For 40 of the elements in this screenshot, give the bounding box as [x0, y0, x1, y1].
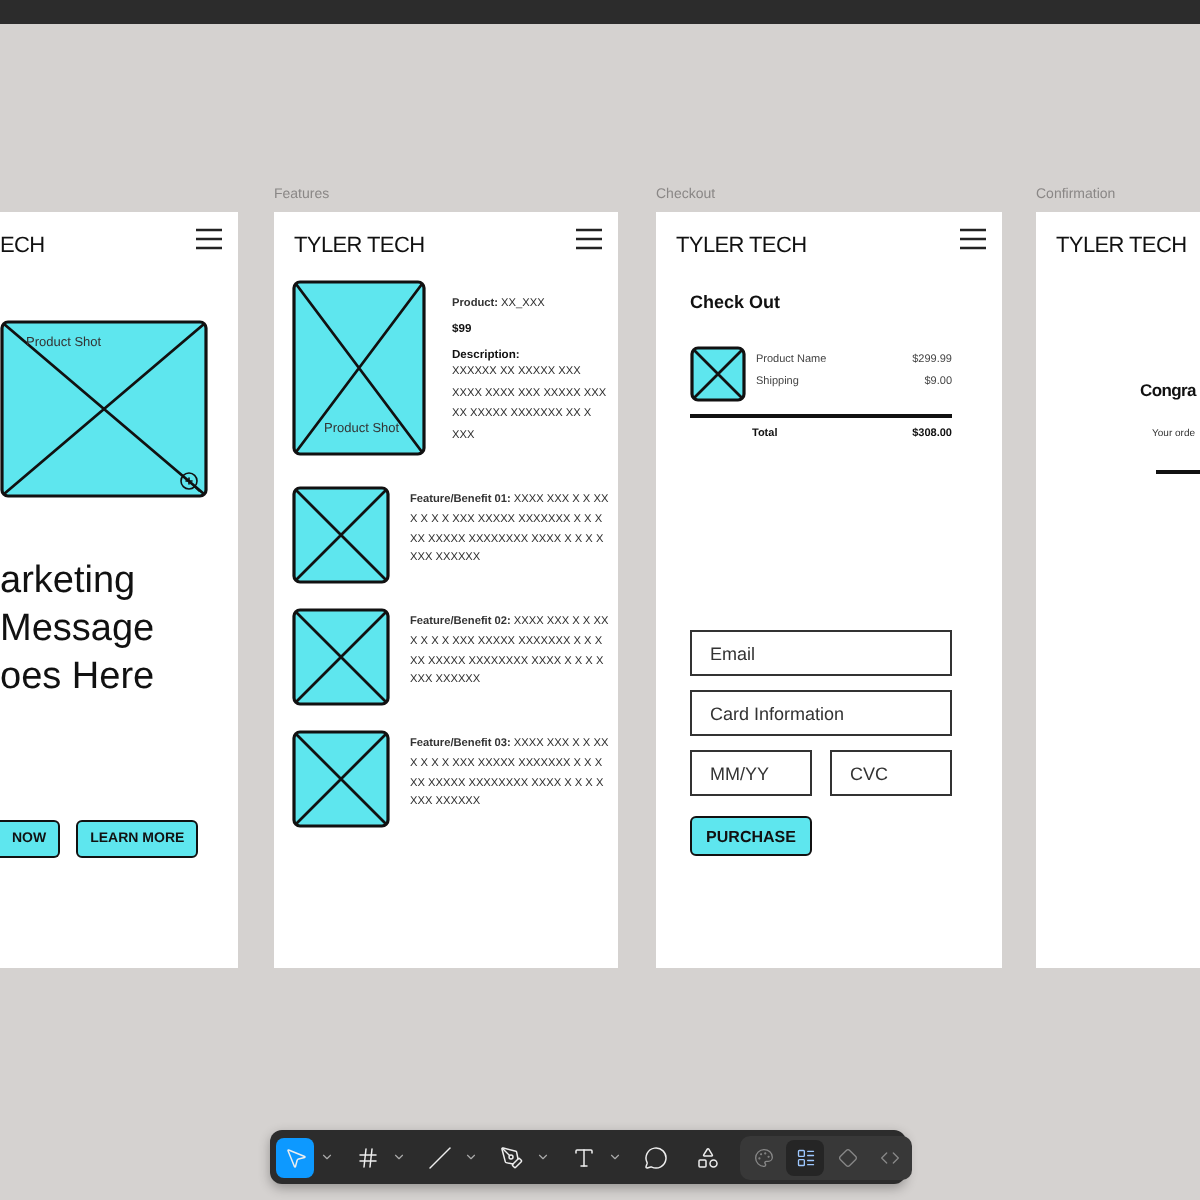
headline-text: oes Here — [0, 654, 157, 702]
caret-icon[interactable] — [608, 1150, 622, 1164]
caret-icon[interactable] — [320, 1150, 334, 1164]
frame-icon — [355, 1145, 379, 1169]
menu-icon[interactable] — [196, 228, 222, 250]
brand-title: TYLER TECH — [1056, 234, 1187, 258]
image-placeholder — [292, 486, 390, 584]
palette-icon — [753, 1147, 773, 1167]
line-icon — [427, 1145, 451, 1169]
menu-icon[interactable] — [576, 228, 602, 250]
caret-icon[interactable] — [464, 1150, 478, 1164]
comment-icon — [643, 1145, 667, 1169]
brand-title: TYLER TECH — [294, 234, 425, 258]
zoom-in-icon[interactable] — [178, 470, 202, 494]
layout-mode-button[interactable] — [786, 1139, 824, 1175]
code-icon — [879, 1147, 899, 1167]
image-placeholder — [292, 608, 390, 706]
input-field[interactable]: Email — [690, 630, 952, 676]
purchase-button[interactable]: PURCHASE — [690, 816, 812, 856]
confirmation-heading: Congra — [1140, 380, 1199, 400]
checkout-heading: Check Out — [690, 292, 783, 312]
menu-icon[interactable] — [960, 228, 986, 250]
caret-icon[interactable] — [392, 1150, 406, 1164]
image-placeholder — [690, 346, 746, 402]
input-field[interactable]: Card Information — [690, 690, 952, 736]
headline-text: arketing — [0, 558, 138, 606]
diamond-icon — [837, 1147, 857, 1167]
input-field[interactable]: MM/YY — [690, 750, 812, 796]
shapes-icon — [695, 1145, 719, 1169]
pen-icon — [499, 1145, 523, 1169]
caret-icon[interactable] — [536, 1150, 550, 1164]
input-field[interactable]: CVC — [830, 750, 952, 796]
image-placeholder — [292, 730, 390, 828]
brand-title: ECH — [0, 234, 45, 258]
layout-icon — [795, 1147, 815, 1167]
pointer-tool[interactable] — [276, 1137, 314, 1177]
brand-title: TYLER TECH — [676, 234, 807, 258]
headline-text: Message — [0, 606, 157, 654]
text-icon — [571, 1145, 595, 1169]
pointer-icon — [283, 1145, 307, 1169]
